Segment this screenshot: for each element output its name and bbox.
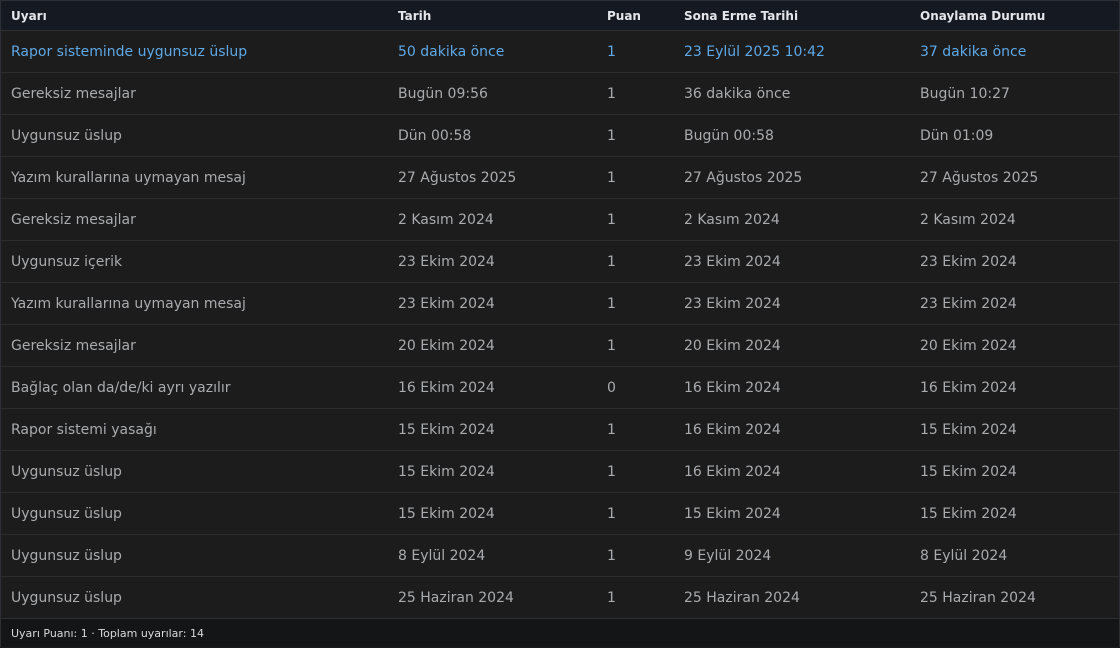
cell-expiry-date: 20 Ekim 2024	[684, 338, 781, 354]
column-header-approval-status[interactable]: Onaylama Durumu	[920, 1, 1045, 30]
table-footer: Uyarı Puanı: 1 · Toplam uyarılar: 14	[1, 618, 1119, 647]
cell-date: 15 Ekim 2024	[398, 464, 495, 480]
cell-warning[interactable]: Gereksiz mesajlar	[11, 73, 136, 114]
cell-warning[interactable]: Bağlaç olan da/de/ki ayrı yazılır	[11, 367, 231, 408]
table-row[interactable]: Gereksiz mesajlar 2 Kasım 2024 1 2 Kasım 20…	[1, 199, 1119, 241]
cell-approval-status: 15 Ekim 2024	[920, 464, 1017, 480]
cell-expiry-date: 15 Ekim 2024	[684, 506, 781, 522]
table-row[interactable]: Rapor sistemi yasağı 15 Ekim 2024 1 16 Ekim…	[1, 409, 1119, 451]
cell-date: 8 Eylül 2024	[398, 548, 486, 564]
cell-date: 15 Ekim 2024	[398, 506, 495, 522]
table-body: Rapor sisteminde uygunsuz üslup 50 dakika…	[1, 31, 1119, 619]
cell-warning[interactable]: Uygunsuz üslup	[11, 535, 122, 576]
cell-warning[interactable]: Uygunsuz üslup	[11, 115, 122, 156]
cell-warning[interactable]: Rapor sistemi yasağı	[11, 409, 157, 450]
cell-points: 1	[607, 254, 616, 270]
cell-points: 1	[607, 86, 616, 102]
cell-approval-status: 23 Ekim 2024	[920, 296, 1017, 312]
cell-date: Bugün 09:56	[398, 86, 488, 102]
cell-date: 27 Ağustos 2025	[398, 170, 517, 186]
cell-approval-status: 20 Ekim 2024	[920, 338, 1017, 354]
cell-approval-status: 2 Kasım 2024	[920, 212, 1016, 228]
table-row[interactable]: Yazım kurallarına uymayan mesaj 27 Ağusto…	[1, 157, 1119, 199]
cell-points: 1	[607, 212, 616, 228]
cell-approval-status: 23 Ekim 2024	[920, 254, 1017, 270]
cell-expiry-date: 16 Ekim 2024	[684, 380, 781, 396]
cell-points: 1	[607, 548, 616, 564]
cell-date: 25 Haziran 2024	[398, 590, 514, 606]
table-row[interactable]: Uygunsuz üslup 15 Ekim 2024 1 15 Ekim 2024 1…	[1, 493, 1119, 535]
cell-warning[interactable]: Uygunsuz üslup	[11, 451, 122, 492]
table-row[interactable]: Uygunsuz içerik 23 Ekim 2024 1 23 Ekim 2024…	[1, 241, 1119, 283]
table-row[interactable]: Gereksiz mesajlar 20 Ekim 2024 1 20 Ekim 20…	[1, 325, 1119, 367]
cell-expiry-date: 9 Eylül 2024	[684, 548, 772, 564]
cell-approval-status: 27 Ağustos 2025	[920, 170, 1039, 186]
cell-expiry-date: 23 Ekim 2024	[684, 296, 781, 312]
cell-approval-status: 37 dakika önce	[920, 44, 1027, 60]
cell-expiry-date: 23 Eylül 2025 10:42	[684, 44, 825, 60]
column-header-warning[interactable]: Uyarı	[11, 1, 47, 30]
cell-approval-status: 8 Eylül 2024	[920, 548, 1008, 564]
cell-points: 1	[607, 422, 616, 438]
cell-warning[interactable]: Rapor sisteminde uygunsuz üslup	[11, 31, 247, 72]
cell-approval-status: 16 Ekim 2024	[920, 380, 1017, 396]
cell-expiry-date: 23 Ekim 2024	[684, 254, 781, 270]
cell-expiry-date: 36 dakika önce	[684, 86, 791, 102]
cell-warning[interactable]: Uygunsuz üslup	[11, 493, 122, 534]
table-row[interactable]: Rapor sisteminde uygunsuz üslup 50 dakika…	[1, 31, 1119, 73]
cell-date: 2 Kasım 2024	[398, 212, 494, 228]
table-header: Uyarı Tarih Puan Sona Erme Tarihi Onayla…	[1, 1, 1119, 31]
cell-warning[interactable]: Uygunsuz içerik	[11, 241, 122, 282]
cell-approval-status: Bugün 10:27	[920, 86, 1010, 102]
cell-expiry-date: Bugün 00:58	[684, 128, 774, 144]
cell-warning[interactable]: Gereksiz mesajlar	[11, 325, 136, 366]
cell-warning[interactable]: Uygunsuz üslup	[11, 577, 122, 618]
table-row[interactable]: Yazım kurallarına uymayan mesaj 23 Ekim 2…	[1, 283, 1119, 325]
column-header-points[interactable]: Puan	[607, 1, 641, 30]
cell-points: 1	[607, 128, 616, 144]
cell-date: 23 Ekim 2024	[398, 296, 495, 312]
table-row[interactable]: Uygunsuz üslup 25 Haziran 2024 1 25 Haziran…	[1, 577, 1119, 619]
cell-approval-status: Dün 01:09	[920, 128, 994, 144]
cell-points: 1	[607, 590, 616, 606]
cell-warning[interactable]: Gereksiz mesajlar	[11, 199, 136, 240]
cell-expiry-date: 16 Ekim 2024	[684, 464, 781, 480]
cell-points: 1	[607, 44, 616, 60]
table-row[interactable]: Uygunsuz üslup 15 Ekim 2024 1 16 Ekim 2024 1…	[1, 451, 1119, 493]
cell-approval-status: 15 Ekim 2024	[920, 506, 1017, 522]
cell-approval-status: 15 Ekim 2024	[920, 422, 1017, 438]
warning-summary: Uyarı Puanı: 1 · Toplam uyarılar: 14	[11, 627, 204, 640]
cell-points: 1	[607, 338, 616, 354]
cell-warning[interactable]: Yazım kurallarına uymayan mesaj	[11, 283, 246, 324]
column-header-expiry-date[interactable]: Sona Erme Tarihi	[684, 1, 798, 30]
cell-date: Dün 00:58	[398, 128, 472, 144]
cell-points: 1	[607, 506, 616, 522]
cell-points: 0	[607, 380, 616, 396]
cell-expiry-date: 16 Ekim 2024	[684, 422, 781, 438]
cell-points: 1	[607, 296, 616, 312]
cell-date: 20 Ekim 2024	[398, 338, 495, 354]
cell-approval-status: 25 Haziran 2024	[920, 590, 1036, 606]
cell-points: 1	[607, 464, 616, 480]
cell-expiry-date: 25 Haziran 2024	[684, 590, 800, 606]
cell-date: 15 Ekim 2024	[398, 422, 495, 438]
cell-expiry-date: 2 Kasım 2024	[684, 212, 780, 228]
table-row[interactable]: Bağlaç olan da/de/ki ayrı yazılır 16 Ekim…	[1, 367, 1119, 409]
cell-date: 50 dakika önce	[398, 44, 505, 60]
column-header-date[interactable]: Tarih	[398, 1, 431, 30]
warnings-panel: Uyarı Tarih Puan Sona Erme Tarihi Onayla…	[0, 0, 1120, 647]
table-row[interactable]: Gereksiz mesajlar Bugün 09:56 1 36 dakika ö…	[1, 73, 1119, 115]
table-row[interactable]: Uygunsuz üslup Dün 00:58 1 Bugün 00:58 Dün 0…	[1, 115, 1119, 157]
table-row[interactable]: Uygunsuz üslup 8 Eylül 2024 1 9 Eylül 2024 8…	[1, 535, 1119, 577]
cell-points: 1	[607, 170, 616, 186]
cell-expiry-date: 27 Ağustos 2025	[684, 170, 803, 186]
cell-date: 16 Ekim 2024	[398, 380, 495, 396]
cell-warning[interactable]: Yazım kurallarına uymayan mesaj	[11, 157, 246, 198]
cell-date: 23 Ekim 2024	[398, 254, 495, 270]
